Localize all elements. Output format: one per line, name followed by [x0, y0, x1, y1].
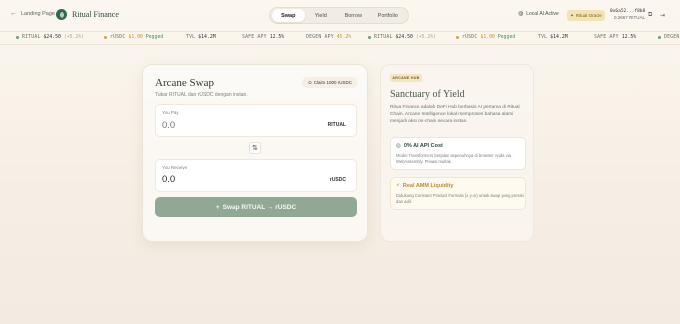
- logout-icon[interactable]: ⇥: [660, 12, 665, 19]
- ticker-track: RITUAL $24.50 (+5.2%) rUSDC $1.00 Pegged TVL $1…: [0, 35, 680, 43]
- ticker-value: $1.00: [128, 35, 143, 40]
- ticker-label: TVL: [538, 35, 548, 40]
- ticker-value: $24.50: [43, 35, 61, 40]
- feature-title: 0% AI API Cost: [403, 143, 443, 149]
- ai-status-indicator[interactable]: ◍ Local AI Active: [518, 11, 559, 17]
- wallet-info[interactable]: 0x6a52...f8b8 0.2667 RITUAL: [610, 9, 645, 20]
- plus-icon: +: [215, 203, 220, 211]
- claim-button-label: Claim 1000 rUSDC: [313, 80, 353, 85]
- claim-rusdc-button[interactable]: ⊙ Claim 1000 rUSDC: [302, 77, 358, 88]
- swap-arrows-icon: ⇅: [252, 145, 258, 152]
- brand[interactable]: Ritual Finance: [56, 9, 119, 20]
- top-bar: ← Landing Page Ritual Finance Swap Yield…: [0, 0, 680, 30]
- ticker-label: TVL: [186, 35, 196, 40]
- faucet-icon: ⊙: [307, 79, 312, 85]
- brand-name: Ritual Finance: [72, 10, 119, 19]
- ticker-item: DEGEN: [658, 35, 679, 40]
- ticker-label: DEGEN: [664, 35, 680, 40]
- ai-status-label: Local AI Active: [526, 11, 559, 17]
- wallet-address: 0x6a52...f8b8: [610, 9, 646, 14]
- ticker-value: $24.50: [395, 35, 413, 40]
- feature-heading: ◎ 0% AI API Cost: [396, 143, 443, 149]
- ticker-item: SAFE APY 12.5%: [594, 35, 636, 40]
- ticker-label: rUSDC: [462, 35, 478, 40]
- tab-swap[interactable]: Swap: [272, 9, 305, 22]
- ticker-value: $14.2M: [550, 35, 568, 40]
- receive-label: You Receive: [162, 165, 188, 170]
- feature-description: Didukung Constant Product Formula (x·y=k…: [396, 193, 524, 204]
- globe-icon: ◍: [518, 11, 524, 17]
- pay-token-symbol[interactable]: RITUAL: [328, 122, 346, 128]
- main-nav: Swap Yield Borrow Portfolio: [269, 7, 409, 24]
- lightning-icon: ⚡: [396, 183, 400, 189]
- pay-box: You Pay RITUAL: [155, 104, 357, 137]
- ticker-item: SAFE APY 12.5%: [242, 35, 284, 40]
- feature-description: Model Transformers berjalan sepenuhnya d…: [396, 153, 511, 164]
- feature-heading: ⚡ Real AMM Liquidity: [396, 183, 453, 189]
- copy-icon[interactable]: ⧉: [648, 12, 652, 19]
- swap-button-label: Swap RITUAL → rUSDC: [222, 203, 297, 211]
- flip-direction-button[interactable]: ⇅: [249, 142, 261, 154]
- receive-token-symbol[interactable]: rUSDC: [330, 177, 346, 183]
- status-dot-icon: [104, 36, 107, 39]
- ritual-oracle-button[interactable]: ✦ Ritual Oracle: [567, 10, 605, 21]
- tab-borrow[interactable]: Borrow: [337, 9, 370, 22]
- ticker-label: SAFE APY: [242, 35, 267, 40]
- arrow-left-icon: ←: [10, 10, 17, 17]
- ticker-label: RITUAL: [22, 35, 41, 40]
- pay-label: You Pay: [162, 110, 179, 115]
- ticker-change: (+5.2%): [415, 35, 437, 40]
- swap-title: Arcane Swap: [155, 77, 214, 89]
- ticker-item: rUSDC $1.00 Pegged: [456, 35, 515, 40]
- ticker-change: Pegged: [497, 35, 516, 40]
- ticker-value: 45.2%: [336, 35, 352, 40]
- feature-card-ai-cost: ◎ 0% AI API Cost Model Transformers berj…: [390, 137, 526, 170]
- yield-info-panel: ARCANE HUB Sanctuary of Yield Ritua Fina…: [380, 64, 534, 242]
- ticker-change: (+5.2%): [63, 35, 85, 40]
- pay-amount-input[interactable]: [162, 119, 282, 131]
- wallet-balance: 0.2667 RITUAL: [613, 15, 645, 20]
- ticker-item: rUSDC $1.00 Pegged: [104, 35, 163, 40]
- price-ticker: RITUAL $24.50 (+5.2%) rUSDC $1.00 Pegged TVL $1…: [0, 31, 680, 45]
- receive-box: You Receive 0.0 rUSDC: [155, 159, 357, 192]
- ticker-label: RITUAL: [374, 35, 393, 40]
- swap-subtitle: Tukar RITUAL dan rUSDC dengan instan.: [155, 92, 248, 98]
- status-dot-icon: [658, 36, 661, 39]
- swap-submit-button[interactable]: + Swap RITUAL → rUSDC: [155, 197, 357, 217]
- brain-icon: ◎: [396, 143, 401, 149]
- ticker-item: DEGEN APY 45.2%: [306, 35, 351, 40]
- feature-title: Real AMM Liquidity: [402, 183, 454, 189]
- ticker-label: rUSDC: [110, 35, 126, 40]
- hub-badge: ARCANE HUB: [390, 74, 422, 82]
- yield-description: Ritua Finance adalah DeFi Hub berbasis A…: [390, 105, 520, 125]
- leaf-logo-icon: [56, 9, 67, 20]
- ticker-value: $1.00: [480, 35, 495, 40]
- ticker-item: RITUAL $24.50 (+5.2%): [16, 35, 84, 40]
- ticker-change: Pegged: [145, 35, 164, 40]
- ticker-value: $14.2M: [198, 35, 216, 40]
- status-dot-icon: [16, 36, 19, 39]
- ticker-value: 12.5%: [621, 35, 637, 40]
- feature-card-amm: ⚡ Real AMM Liquidity Didukung Constant P…: [390, 177, 526, 210]
- status-dot-icon: [368, 36, 371, 39]
- ticker-item: TVL $14.2M: [538, 35, 568, 40]
- receive-amount: 0.0: [162, 174, 176, 185]
- ticker-item: TVL $14.2M: [186, 35, 216, 40]
- status-dot-icon: [456, 36, 459, 39]
- swap-card: Arcane Swap Tukar RITUAL dan rUSDC denga…: [142, 64, 368, 242]
- sparkle-icon: ✦: [570, 12, 574, 18]
- back-to-landing-link[interactable]: ← Landing Page: [10, 10, 55, 17]
- oracle-button-label: Ritual Oracle: [575, 13, 602, 18]
- yield-title: Sanctuary of Yield: [390, 89, 465, 100]
- ticker-item: RITUAL $24.50 (+5.2%): [368, 35, 436, 40]
- tab-yield[interactable]: Yield: [305, 9, 338, 22]
- tab-portfolio[interactable]: Portfolio: [370, 9, 406, 22]
- ticker-label: SAFE APY: [594, 35, 619, 40]
- ticker-label: DEGEN APY: [306, 35, 334, 40]
- ticker-value: 12.5%: [269, 35, 285, 40]
- back-link-label: Landing Page: [21, 11, 55, 17]
